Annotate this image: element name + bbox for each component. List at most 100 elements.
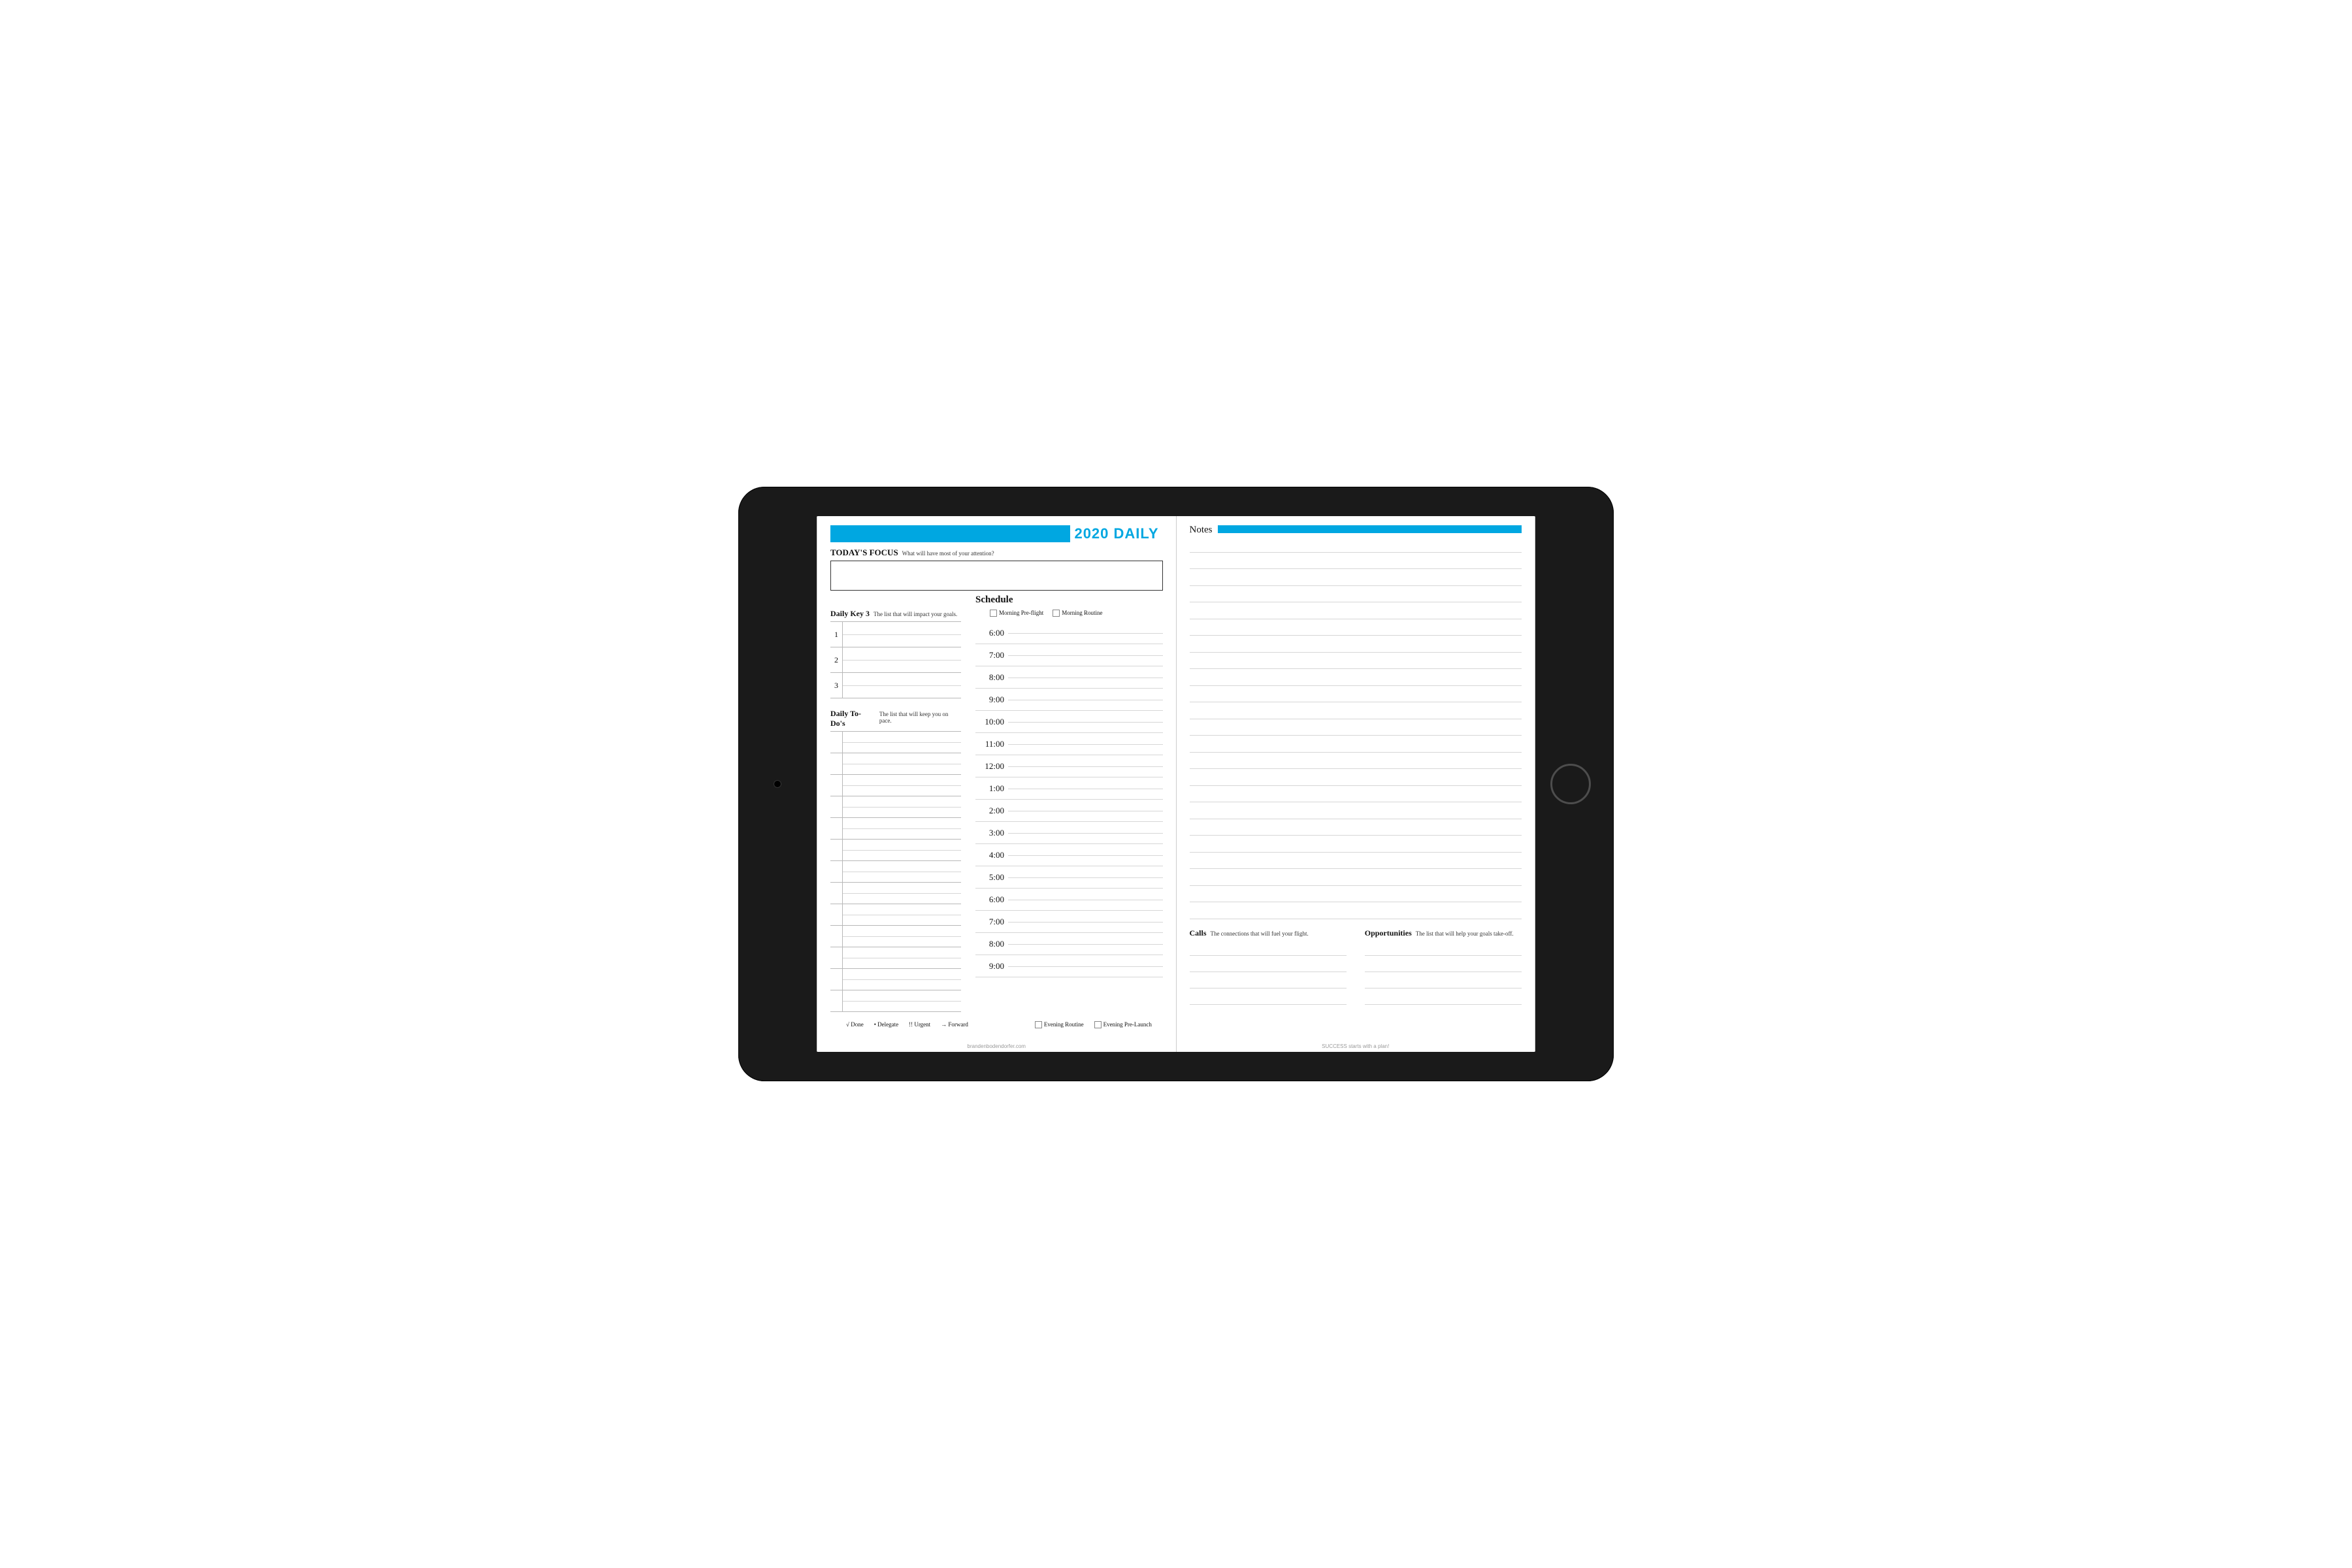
calls-area[interactable] <box>1190 939 1347 1005</box>
schedule-row[interactable]: 7:00 <box>975 644 1163 666</box>
note-line[interactable] <box>1190 653 1522 670</box>
note-line[interactable] <box>1190 819 1522 836</box>
legend-delegate: • Delegate <box>874 1021 898 1028</box>
todo-row[interactable] <box>830 926 961 947</box>
schedule-time-label: 6:00 <box>975 894 1008 905</box>
schedule-row[interactable]: 3:00 <box>975 822 1163 844</box>
note-line[interactable] <box>1190 669 1522 686</box>
schedule-row[interactable]: 8:00 <box>975 933 1163 955</box>
todo-row[interactable] <box>830 990 961 1012</box>
notes-area[interactable] <box>1190 536 1522 919</box>
opportunities-line[interactable] <box>1365 956 1522 972</box>
checkbox-icon[interactable] <box>1094 1021 1102 1028</box>
key3-number: 3 <box>830 673 843 698</box>
note-line[interactable] <box>1190 786 1522 803</box>
todos-subtitle: The list that will keep you on pace. <box>879 711 961 724</box>
planner-left-page: 2020 DAILY TODAY'S FOCUS What will have … <box>817 516 1176 1052</box>
evening-check[interactable]: Evening Routine <box>1035 1021 1084 1028</box>
schedule-row[interactable]: 8:00 <box>975 666 1163 689</box>
schedule-row[interactable]: 11:00 <box>975 733 1163 755</box>
note-line[interactable] <box>1190 586 1522 603</box>
opportunities-area[interactable] <box>1365 939 1522 1005</box>
schedule-evening-checks: Evening Routine Evening Pre-Launch <box>1024 1021 1162 1028</box>
note-line[interactable] <box>1190 836 1522 853</box>
todo-row[interactable] <box>830 796 961 818</box>
key3-title: Daily Key 3 <box>830 609 870 619</box>
front-camera <box>774 781 781 787</box>
tablet-screen: 2020 DAILY TODAY'S FOCUS What will have … <box>817 516 1535 1052</box>
key3-row[interactable]: 1 <box>830 622 961 647</box>
calls-line[interactable] <box>1190 939 1347 956</box>
calls-line[interactable] <box>1190 988 1347 1005</box>
morning-check[interactable]: Morning Routine <box>1053 610 1102 617</box>
schedule-row[interactable]: 9:00 <box>975 689 1163 711</box>
note-line[interactable] <box>1190 619 1522 636</box>
todo-row[interactable] <box>830 861 961 883</box>
note-line[interactable] <box>1190 753 1522 770</box>
focus-input-box[interactable] <box>830 561 1163 591</box>
calls-line[interactable] <box>1190 972 1347 988</box>
opportunities-line[interactable] <box>1365 939 1522 956</box>
schedule-row[interactable]: 1:00 <box>975 777 1163 800</box>
note-line[interactable] <box>1190 886 1522 903</box>
checkbox-icon[interactable] <box>990 610 997 617</box>
schedule-row[interactable]: 6:00 <box>975 889 1163 911</box>
focus-header: TODAY'S FOCUS What will have most of you… <box>830 547 1163 558</box>
schedule-grid[interactable]: 6:007:008:009:0010:0011:0012:001:002:003… <box>975 622 1163 977</box>
note-line[interactable] <box>1190 769 1522 786</box>
schedule-row[interactable]: 9:00 <box>975 955 1163 977</box>
key3-number: 1 <box>830 622 843 647</box>
note-line[interactable] <box>1190 553 1522 570</box>
evening-check[interactable]: Evening Pre-Launch <box>1094 1021 1152 1028</box>
opportunities-line[interactable] <box>1365 988 1522 1005</box>
schedule-time-label: 10:00 <box>975 717 1008 727</box>
schedule-row[interactable]: 10:00 <box>975 711 1163 733</box>
schedule-row[interactable]: 6:00 <box>975 622 1163 644</box>
note-line[interactable] <box>1190 686 1522 703</box>
opportunities-line[interactable] <box>1365 972 1522 988</box>
left-footer: brandenbodendorfer.com <box>817 1043 1176 1049</box>
schedule-morning-checks: Morning Pre-flight Morning Routine <box>990 610 1163 617</box>
focus-subtitle: What will have most of your attention? <box>902 550 994 557</box>
schedule-row[interactable]: 4:00 <box>975 844 1163 866</box>
home-button[interactable] <box>1550 764 1591 804</box>
note-line[interactable] <box>1190 802 1522 819</box>
schedule-row[interactable]: 5:00 <box>975 866 1163 889</box>
legend-done: √ Done <box>846 1021 864 1028</box>
note-line[interactable] <box>1190 702 1522 719</box>
note-line[interactable] <box>1190 736 1522 753</box>
morning-check[interactable]: Morning Pre-flight <box>990 610 1043 617</box>
todo-row[interactable] <box>830 947 961 969</box>
todo-row[interactable] <box>830 969 961 990</box>
todos-table[interactable] <box>830 731 961 1012</box>
note-line[interactable] <box>1190 902 1522 919</box>
key3-table[interactable]: 123 <box>830 621 961 698</box>
note-line[interactable] <box>1190 602 1522 619</box>
key3-row[interactable]: 2 <box>830 647 961 673</box>
schedule-title: Schedule <box>975 595 1163 606</box>
todo-row[interactable] <box>830 904 961 926</box>
note-line[interactable] <box>1190 569 1522 586</box>
todo-row[interactable] <box>830 775 961 796</box>
checkbox-icon[interactable] <box>1053 610 1060 617</box>
key3-row[interactable]: 3 <box>830 673 961 698</box>
todo-row[interactable] <box>830 732 961 753</box>
focus-title: TODAY'S FOCUS <box>830 547 898 558</box>
note-line[interactable] <box>1190 636 1522 653</box>
planner-spread: 2020 DAILY TODAY'S FOCUS What will have … <box>817 516 1535 1052</box>
todo-row[interactable] <box>830 818 961 840</box>
note-line[interactable] <box>1190 536 1522 553</box>
note-line[interactable] <box>1190 719 1522 736</box>
note-line[interactable] <box>1190 869 1522 886</box>
calls-line[interactable] <box>1190 956 1347 972</box>
schedule-time-label: 8:00 <box>975 672 1008 683</box>
note-line[interactable] <box>1190 853 1522 870</box>
schedule-row[interactable]: 12:00 <box>975 755 1163 777</box>
todo-row[interactable] <box>830 753 961 775</box>
schedule-time-label: 9:00 <box>975 961 1008 972</box>
schedule-row[interactable]: 2:00 <box>975 800 1163 822</box>
schedule-row[interactable]: 7:00 <box>975 911 1163 933</box>
todo-row[interactable] <box>830 840 961 861</box>
checkbox-icon[interactable] <box>1035 1021 1042 1028</box>
todo-row[interactable] <box>830 883 961 904</box>
